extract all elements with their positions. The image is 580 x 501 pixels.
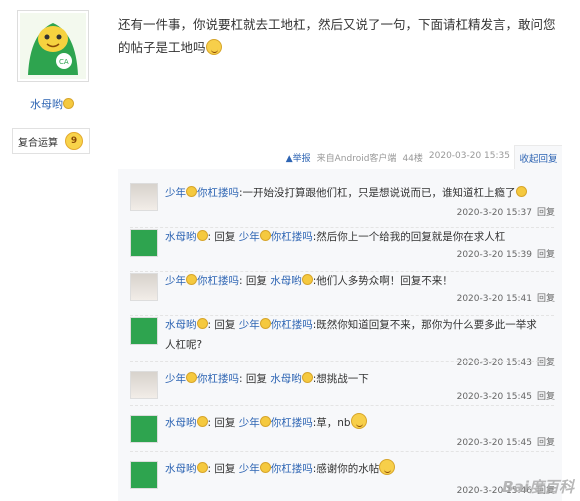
reply-author[interactable]: 少年 你杠搂吗 [165,372,239,385]
sub-reply-item: 水母哟: 回复 少年 你杠搂吗:然后你上一个给我的回复就是你在求人杠 2020-3… [118,227,562,271]
user-avatar[interactable] [130,415,158,443]
sub-reply-item: 水母哟: 回复 少年 你杠搂吗:既然你知道回复不来，那你为什么要多此一举求人杠呢?… [118,315,562,373]
reply-text: :草，nb [312,417,351,429]
user-avatar[interactable] [130,273,158,301]
user-panel: CA 水母哟 复合运算 9 [0,0,104,501]
reply-time: 2020-3-20 15:45 [456,392,532,402]
user-avatar[interactable] [130,371,158,399]
reply-to-user[interactable]: 少年 你杠搂吗 [239,462,313,475]
sub-reply-item: 少年 你杠搂吗:一开始没打算跟他们杠，只是想说说而已，谁知道杠上瘾了 2020-3… [118,181,562,227]
reply-button[interactable]: 回复 [537,392,555,402]
svg-text:CA: CA [59,58,69,66]
reply-author[interactable]: 水母哟 [165,463,197,475]
reply-time: 2020-3-20 15:39 [456,250,532,260]
sub-reply-item: 少年 你杠搂吗: 回复 水母哟:他们人多势众啊！回复不来！ 2020-3-20 1… [118,271,562,315]
reply-author[interactable]: 少年 你杠搂吗 [165,274,239,287]
reply-text: :一开始没打算跟他们杠，只是想说说而已，谁知道杠上瘾了 [239,187,516,199]
fold-replies-button[interactable]: 收起回复 [514,145,562,169]
username-link[interactable]: 水母哟 [0,96,104,112]
reply-to-user[interactable]: 水母哟 [270,275,302,287]
emoji-icon [63,98,74,109]
reply-to-user[interactable]: 少年 你杠搂吗 [239,230,313,243]
reply-to-user[interactable]: 少年 你杠搂吗 [239,416,313,429]
reply-button[interactable]: 回复 [537,250,555,260]
reply-to-user[interactable]: 水母哟 [270,373,302,385]
post-source: 来自Android客户端 [316,154,397,164]
post-floor: 44楼 [402,154,423,164]
reply-button[interactable]: 回复 [537,438,555,448]
reply-author[interactable]: 水母哟 [165,417,197,429]
post-tail: ▲举报 来自Android客户端 44楼 2020-03-20 15:35 收起… [118,143,562,169]
post-body: 还有一件事，你说要杠就去工地杠，然后又说了一句，下面请杠精发言，敢问您的帖子是工… [118,13,562,59]
reply-text: :然后你上一个给我的回复就是你在求人杠 [312,231,506,243]
reply-button[interactable]: 回复 [537,294,555,304]
reply-button[interactable]: 回复 [537,208,555,218]
reply-text: :他们人多势众啊！回复不来！ [312,275,453,287]
reply-author[interactable]: 水母哟 [165,231,197,243]
reply-author[interactable]: 少年 你杠搂吗 [165,186,239,199]
mascot-avatar-image: CA [20,13,86,79]
reply-time: 2020-3-20 15:37 [456,208,532,218]
smile-emoji-icon [205,39,222,55]
smile-emoji-icon [350,413,367,429]
level-badge[interactable]: 复合运算 9 [12,128,90,154]
user-avatar[interactable] [130,183,158,211]
baidu-watermark: Bai度百科 [502,478,574,496]
emoji-icon [515,186,527,197]
smile-emoji-icon [379,459,396,475]
user-avatar[interactable]: CA [17,10,89,82]
user-avatar[interactable] [130,461,158,489]
sub-reply-item: 水母哟: 回复 少年 你杠搂吗:感谢你的水帖 2020-3-20 15:46 回复 [118,459,562,501]
reply-time: 2020-3-20 15:45 [456,438,532,448]
badge-label: 复合运算 [18,137,58,149]
user-avatar[interactable] [130,229,158,257]
post-text: 还有一件事，你说要杠就去工地杠，然后又说了一句，下面请杠精发言，敢问您的帖子是工… [118,17,556,55]
reply-text: :感谢你的水帖 [312,463,380,475]
reply-time: 2020-3-20 15:41 [456,294,532,304]
sub-reply-list: 少年 你杠搂吗:一开始没打算跟他们杠，只是想说说而已，谁知道杠上瘾了 2020-3… [118,169,562,501]
reply-button[interactable]: 回复 [537,358,555,368]
post-time: 2020-03-20 15:35 [428,151,510,161]
level-number: 9 [65,132,83,150]
reply-text: :想挑战一下 [312,373,369,385]
reply-time: 2020-3-20 15:43 [456,358,532,368]
reply-author[interactable]: 水母哟 [165,319,197,331]
report-link[interactable]: ▲举报 [286,151,311,164]
reply-to-user[interactable]: 少年 你杠搂吗 [239,318,313,331]
user-avatar[interactable] [130,317,158,345]
